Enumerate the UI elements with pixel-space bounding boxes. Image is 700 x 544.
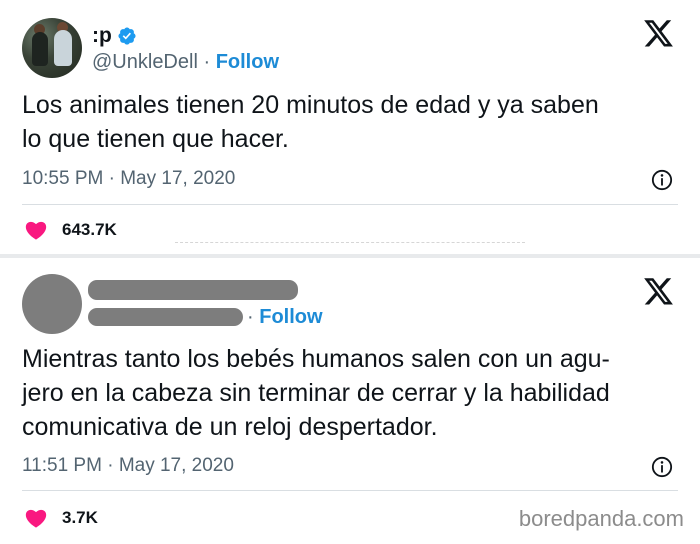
timestamp[interactable]: 10:55 PM · May 17, 2020	[22, 168, 235, 190]
tweet-card: · Follow Mientras tanto los bebés humano…	[0, 258, 700, 544]
like-count: 643.7K	[62, 220, 117, 239]
display-name[interactable]: :p	[92, 24, 112, 48]
handle-row: @UnkleDell · Follow	[92, 51, 279, 74]
follow-button[interactable]: Follow	[259, 306, 322, 328]
dot-separator: ·	[108, 168, 115, 189]
tweet-date: May 17, 2020	[120, 168, 236, 189]
heart-icon[interactable]	[25, 508, 47, 528]
tweet-time: 11:51 PM	[22, 455, 102, 476]
info-icon[interactable]	[651, 456, 673, 478]
heart-icon[interactable]	[25, 220, 47, 240]
info-icon[interactable]	[651, 169, 673, 191]
verified-badge-icon	[118, 27, 136, 45]
follow-button[interactable]: Follow	[216, 51, 279, 73]
watermark: boredpanda.com	[518, 506, 684, 531]
redacted-display-name	[88, 280, 298, 300]
tweet-text: Los animales tienen 20 minutos de edad y…	[22, 88, 599, 156]
tweet-card: :p @UnkleDell · Follow Los animales tien…	[0, 0, 700, 254]
x-logo-icon[interactable]	[644, 20, 674, 48]
tweet-date: May 17, 2020	[118, 455, 234, 476]
tweet-text-line: lo que tienen que hacer.	[22, 125, 289, 153]
handle-row: · Follow	[247, 306, 323, 329]
dot-separator: ·	[247, 306, 254, 328]
tweet-text-line: jero en la cabeza sin terminar de cerrar…	[22, 379, 610, 407]
timestamp[interactable]: 11:51 PM · May 17, 2020	[22, 455, 234, 477]
tweet-text-line: Los animales tienen 20 minutos de edad y…	[22, 91, 599, 119]
handle[interactable]: @UnkleDell	[92, 51, 198, 73]
tweet-text-line: Mientras tanto los bebés humanos salen c…	[22, 345, 610, 373]
tweet-text-line: comunicativa de un reloj despertador.	[22, 413, 438, 441]
tweet-time: 10:55 PM	[22, 168, 104, 189]
divider-line	[175, 242, 525, 244]
like-action[interactable]: 3.7K	[25, 508, 98, 528]
divider-line	[22, 490, 678, 491]
like-action[interactable]: 643.7K	[25, 220, 117, 240]
like-count: 3.7K	[62, 508, 98, 527]
avatar[interactable]	[22, 18, 82, 78]
redacted-handle	[88, 308, 243, 326]
x-logo-icon[interactable]	[644, 278, 674, 306]
avatar[interactable]	[22, 274, 82, 334]
dot-separator: ·	[107, 455, 114, 476]
dot-separator: ·	[203, 51, 211, 73]
tweet-text: Mientras tanto los bebés humanos salen c…	[22, 342, 610, 444]
divider-line	[22, 204, 678, 205]
